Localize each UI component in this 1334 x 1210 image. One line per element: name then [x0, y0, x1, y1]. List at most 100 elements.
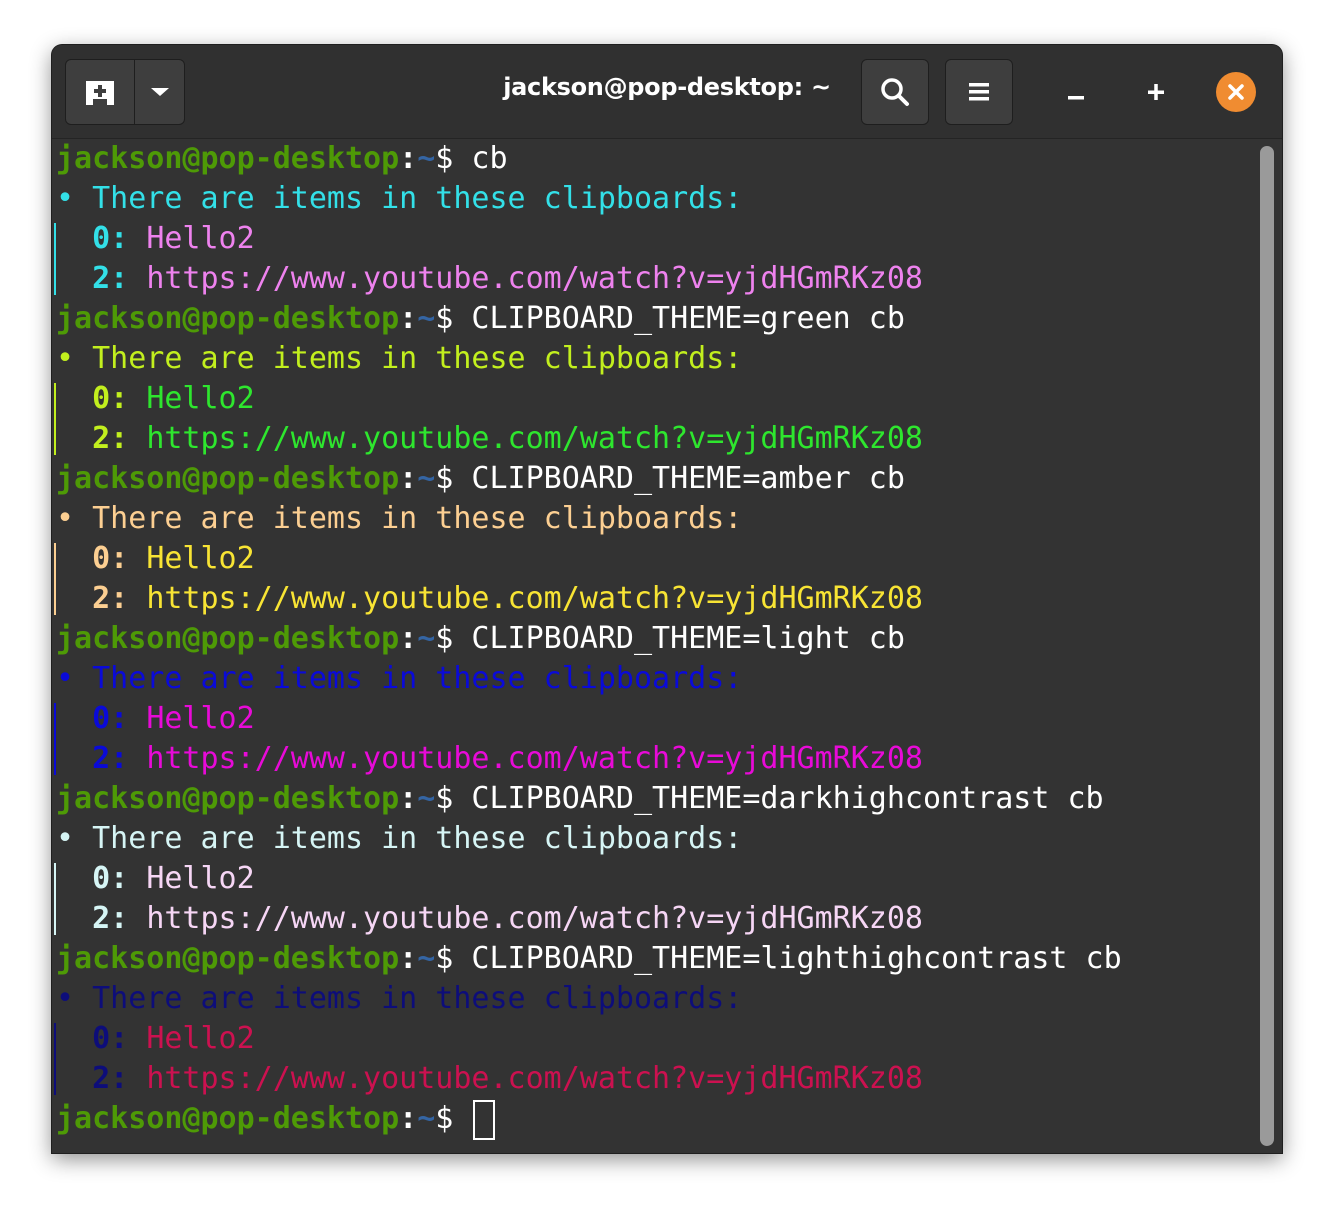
entry-index: 0: [92, 381, 129, 416]
entry-index: 2: [92, 901, 129, 936]
prompt-path: ~ [417, 781, 436, 816]
clipboard-entry: 2: https://www.youtube.com/watch?v=yjdHG… [52, 899, 1264, 939]
prompt-user-host: jackson@pop-desktop [56, 461, 400, 496]
search-button[interactable] [861, 59, 929, 125]
command-text: CLIPBOARD_THEME=lighthighcontrast cb [471, 941, 1122, 976]
entry-content: Hello2 [146, 1021, 255, 1056]
clipboard-header: There are items in these clipboards: [92, 821, 743, 856]
new-tab-dropdown-button[interactable] [135, 60, 184, 124]
prompt-line: jackson@pop-desktop:~$ CLIPBOARD_THEME=l… [52, 619, 1264, 659]
close-button[interactable] [1216, 72, 1256, 112]
prompt-dollar: $ [435, 301, 472, 336]
clipboard-header-line: • There are items in these clipboards: [52, 659, 1264, 699]
chevron-down-icon [150, 88, 169, 96]
entry-content: https://www.youtube.com/watch?v=yjdHGmRK… [146, 261, 923, 296]
header-bar: jackson@pop-desktop: ~ [52, 45, 1282, 139]
entry-index: 0: [92, 1021, 129, 1056]
clipboard-entry: 2: https://www.youtube.com/watch?v=yjdHG… [52, 1059, 1264, 1099]
new-tab-button[interactable] [66, 60, 135, 124]
prompt-line: jackson@pop-desktop:~$ cb [52, 139, 1264, 179]
prompt-path: ~ [417, 621, 436, 656]
entry-content: https://www.youtube.com/watch?v=yjdHGmRK… [146, 741, 923, 776]
entry-bar [54, 899, 56, 935]
entry-bar [54, 383, 56, 419]
entry-bar [54, 739, 56, 775]
text-cursor [473, 1100, 496, 1140]
prompt-user-host: jackson@pop-desktop [56, 301, 400, 336]
entry-index: 2: [92, 1061, 129, 1096]
clipboard-header-line: • There are items in these clipboards: [52, 339, 1264, 379]
command-text: CLIPBOARD_THEME=amber cb [471, 461, 905, 496]
prompt-dollar: $ [435, 1101, 472, 1136]
bullet: • [56, 661, 93, 696]
entry-bar [54, 1059, 56, 1095]
clipboard-header: There are items in these clipboards: [92, 661, 743, 696]
prompt-dollar: $ [435, 461, 472, 496]
entry-content: Hello2 [146, 701, 255, 736]
bullet: • [56, 341, 93, 376]
menu-button[interactable] [945, 59, 1013, 125]
entry-index: 0: [92, 541, 129, 576]
entry-bar [54, 259, 56, 295]
clipboard-entry: 2: https://www.youtube.com/watch?v=yjdHG… [52, 739, 1264, 779]
clipboard-header-line: • There are items in these clipboards: [52, 979, 1264, 1019]
entry-index: 2: [92, 421, 129, 456]
clipboard-entry: 2: https://www.youtube.com/watch?v=yjdHG… [52, 259, 1264, 299]
command-text: CLIPBOARD_THEME=green cb [471, 301, 905, 336]
terminal-output[interactable]: jackson@pop-desktop:~$ cb • There are ite… [52, 139, 1264, 1153]
search-icon [881, 78, 909, 106]
clipboard-entry: 2: https://www.youtube.com/watch?v=yjdHG… [52, 419, 1264, 459]
maximize-button[interactable] [1136, 72, 1176, 112]
entry-bar [54, 703, 56, 739]
command-text: CLIPBOARD_THEME=light cb [471, 621, 905, 656]
prompt-line: jackson@pop-desktop:~$ CLIPBOARD_THEME=a… [52, 459, 1264, 499]
prompt-dollar: $ [435, 781, 472, 816]
entry-content: https://www.youtube.com/watch?v=yjdHGmRK… [146, 421, 923, 456]
prompt-line: jackson@pop-desktop:~$ CLIPBOARD_THEME=d… [52, 779, 1264, 819]
clipboard-header-line: • There are items in these clipboards: [52, 179, 1264, 219]
prompt-colon: : [399, 141, 418, 176]
command-text: CLIPBOARD_THEME=darkhighcontrast cb [471, 781, 1104, 816]
prompt-colon: : [399, 461, 418, 496]
minimize-button[interactable] [1056, 72, 1096, 112]
entry-bar [54, 543, 56, 579]
prompt-line: jackson@pop-desktop:~$ [52, 1099, 1264, 1140]
entry-bar [54, 419, 56, 455]
command-text: cb [471, 141, 508, 176]
prompt-user-host: jackson@pop-desktop [56, 781, 400, 816]
scrollbar[interactable] [1260, 146, 1274, 1146]
entry-content: Hello2 [146, 541, 255, 576]
clipboard-header: There are items in these clipboards: [92, 981, 743, 1016]
prompt-user-host: jackson@pop-desktop [56, 621, 400, 656]
entry-content: Hello2 [146, 861, 255, 896]
entry-bar [54, 863, 56, 899]
prompt-path: ~ [417, 301, 436, 336]
bullet: • [56, 821, 93, 856]
close-icon [1228, 84, 1244, 100]
entry-index: 0: [92, 861, 129, 896]
hamburger-menu-icon [969, 83, 989, 101]
maximize-icon [1148, 84, 1164, 100]
bullet: • [56, 181, 93, 216]
terminal-window: jackson@pop-desktop: ~ jackson@pop-deskt… [52, 45, 1282, 1153]
